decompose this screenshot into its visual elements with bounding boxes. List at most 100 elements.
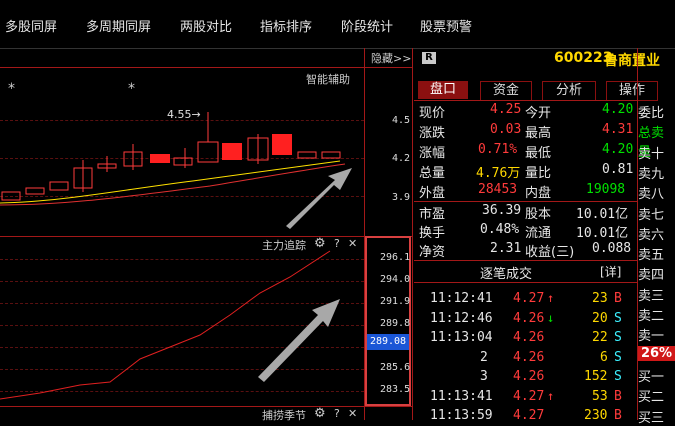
tick-side: S [614,349,622,365]
stock-badge: R [422,52,436,64]
tick-side: B [614,408,622,423]
value-ratio: 0.81 [602,162,634,177]
tick-price: 4.27 [513,291,545,306]
ticks-title: 逐笔成交 [480,267,533,282]
indicator-svg [0,250,340,400]
label-low: 最低 [525,146,552,161]
orderbook-label: 卖四 [638,268,665,284]
kline-chart: 智能辅助 * * 4.55→ [0,68,364,236]
value-now: 4.25 [490,102,522,117]
tick-volume: 53 [592,388,608,404]
label-ratio: 量比 [525,166,552,181]
label-in: 内盘 [525,186,552,201]
label-out: 外盘 [419,186,446,201]
label-turn: 换手 [419,226,446,241]
menu-compare[interactable]: 两股对比 [180,16,232,35]
indicator-axis-label: 283.5 [380,384,411,395]
orderbook-label: 委比 [638,106,665,121]
value-in: 19098 [586,182,626,197]
label-pct: 涨幅 [419,146,446,161]
orderbook-label: 卖八 [638,187,665,203]
indicator-current-value: 289.08 [367,334,409,350]
orderbook-label: 卖二 [638,309,665,324]
stock-name: 鲁商置业 [604,53,660,69]
tick-volume: 20 [592,310,608,326]
gear-icon[interactable]: ⚙ [314,406,326,421]
label-nav: 净资 [419,245,446,260]
tab-analysis[interactable]: 分析 [542,81,596,101]
hide-button[interactable]: 隐藏>> [371,50,411,66]
tick-volume: 230 [584,408,608,423]
indicator-axis-label: 296.1 [380,252,411,263]
tick-price: 4.26 [513,349,545,365]
orderbook-label: 买三 [638,410,665,426]
label-cap: 股本 [525,207,552,222]
orderbook-label: 卖三 [638,288,665,304]
close-icon[interactable]: ✕ [348,407,357,420]
label-float: 流通 [525,226,552,241]
price-axis-label: 4.5 [392,115,411,126]
tick-side: S [614,369,622,384]
tick-price: 4.26 [513,310,545,326]
ticks-detail-link[interactable]: [详] [600,263,621,280]
orderbook-label: 卖九 [638,166,665,182]
value-cap: 10.01亿 [576,207,629,222]
orderbook-label: 买一 [638,369,665,385]
indicator-chart: 主力追踪 ⚙ ? ✕ [0,236,364,406]
tick-side: S [614,330,622,345]
label-eps: 收益(三) [525,245,575,260]
orderbook-label: 买二 [638,390,665,406]
value-open: 4.20 [602,102,634,117]
tick-volume: 152 [584,369,608,384]
tick-volume: 22 [592,330,608,345]
panel-left-border [412,48,413,420]
tick-price: 4.27 [513,408,545,423]
value-pe: 36.39 [482,203,522,218]
tick-price: 4.26 [513,369,545,384]
tick-time: 3 [480,369,488,384]
menu-stock-alert[interactable]: 股票预警 [420,16,472,35]
menu-multi-stock[interactable]: 多股同屏 [5,16,57,35]
tick-time: 11:12:41 [430,291,493,306]
tick-volume: 23 [592,291,608,306]
tick-arrow: ↑ [547,388,555,403]
tab-pankou[interactable]: 盘口 [418,81,468,99]
tab-funds[interactable]: 资金 [480,81,532,101]
tick-price: 4.27 [513,388,545,404]
orderbook-label: 卖五 [638,248,665,264]
orderbook-ratio-badge: 26% [638,345,675,361]
value-chg: 0.03 [490,122,522,137]
tick-time: 2 [480,349,488,365]
indicator-axis-label: 294.0 [380,274,411,285]
bottom-indicator-title: 捕捞季节 [262,409,306,422]
orderbook-label: 卖十 [638,146,665,162]
help-icon[interactable]: ? [334,407,340,420]
indicator-axis-label: 289.8 [380,318,411,329]
menu-multi-period[interactable]: 多周期同屏 [86,16,151,35]
tick-time: 11:13:41 [430,388,493,404]
menu-bar: 多股同屏 多周期同屏 两股对比 指标排序 阶段统计 股票预警 [0,0,675,49]
tick-price: 4.26 [513,330,545,345]
orderbook-label: 卖七 [638,207,665,223]
orderbook-label: 卖一 [638,329,665,345]
label-chg: 涨跌 [419,126,446,141]
tick-time: 11:13:59 [430,408,493,423]
price-axis-label: 3.9 [392,192,411,203]
value-vol: 4.76万 [476,166,521,181]
label-vol: 总量 [419,166,446,181]
tick-arrow: ↓ [547,310,555,325]
menu-stage-stats[interactable]: 阶段统计 [341,16,393,35]
tick-time: 11:12:46 [430,310,493,326]
menu-indicator-sort[interactable]: 指标排序 [260,16,312,35]
tick-time: 11:13:04 [430,330,493,345]
label-high: 最高 [525,126,552,141]
indicator-axis-label: 285.6 [380,362,411,373]
tab-operation[interactable]: 操作 [606,81,658,101]
value-eps: 0.088 [592,241,632,256]
tick-side: B [614,388,622,404]
quote-panel: R 600223 鲁商置业 盘口 资金 分析 操作 现价 4.25 今开 4.2… [414,48,675,420]
label-pe: 市盈 [419,207,446,222]
kline-svg [0,112,352,229]
value-out: 28453 [478,182,518,197]
tick-side: S [614,310,622,326]
